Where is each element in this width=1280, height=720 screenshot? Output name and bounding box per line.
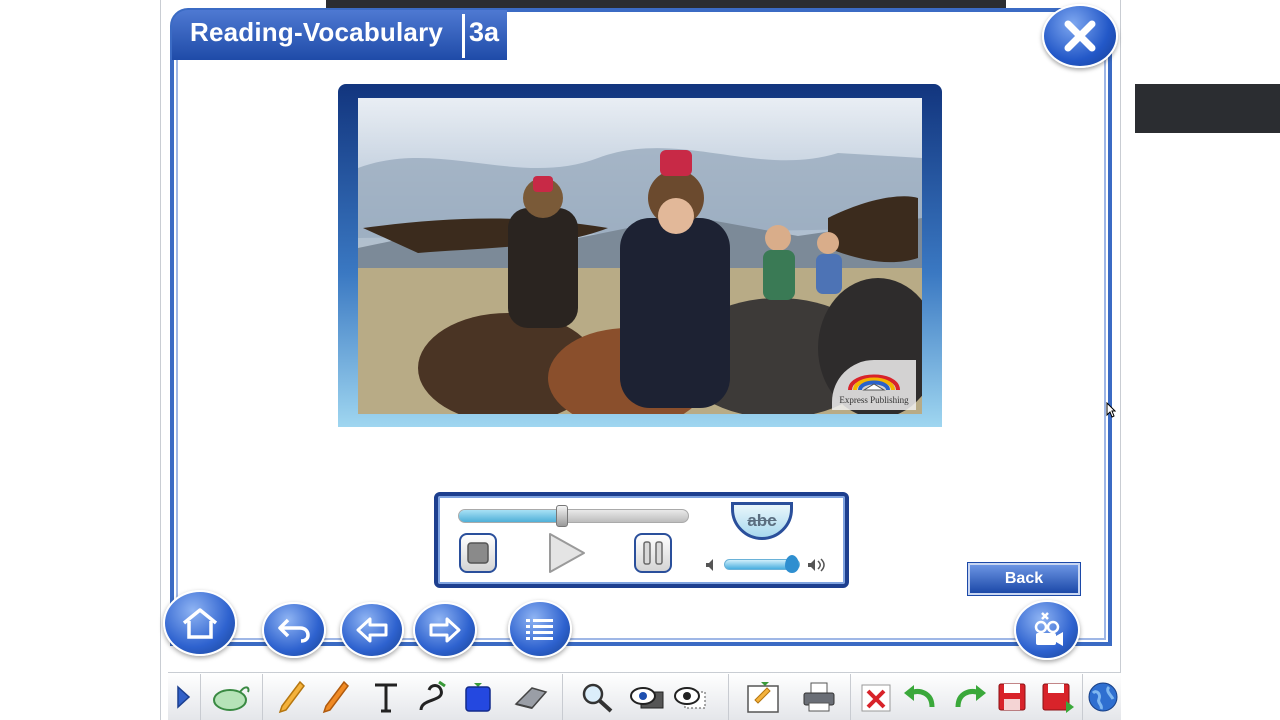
pen-tool[interactable]	[274, 676, 310, 718]
seek-bar-progress	[459, 510, 562, 522]
globe-icon	[1088, 682, 1118, 712]
next-button[interactable]	[413, 602, 477, 658]
menu-button[interactable]	[508, 600, 572, 658]
text-icon	[375, 683, 397, 713]
previous-button[interactable]	[340, 602, 404, 658]
redo-button[interactable]	[950, 676, 990, 718]
toolbar-divider	[262, 674, 263, 720]
volume-low-icon[interactable]	[704, 557, 720, 573]
toolbar-divider	[728, 674, 729, 720]
seek-bar-handle[interactable]	[556, 505, 568, 527]
text-tool[interactable]	[368, 676, 404, 718]
cursor-arrow-icon	[1106, 401, 1117, 418]
toolbar-expand-button[interactable]	[170, 676, 196, 718]
publisher-logo-icon	[848, 374, 900, 391]
volume-high-icon[interactable]	[806, 557, 828, 573]
exit-activity-button[interactable]	[1014, 600, 1080, 660]
notepad-icon	[747, 682, 779, 713]
mouse-cursor	[1106, 401, 1117, 423]
save-button[interactable]	[992, 676, 1032, 718]
floppy-disk-arrow-icon	[1042, 683, 1074, 713]
web-button[interactable]	[1086, 676, 1120, 718]
eye-icon	[630, 687, 664, 709]
square-icon	[465, 683, 491, 712]
play-button[interactable]	[546, 532, 588, 574]
unit-label: 3a	[469, 17, 500, 47]
shape-tool[interactable]	[460, 676, 496, 718]
undo-arrow-icon	[904, 685, 935, 708]
home-button[interactable]	[163, 590, 237, 656]
eraser-icon	[514, 687, 548, 709]
toolbar-divider	[850, 674, 851, 720]
zoom-tool[interactable]	[576, 676, 618, 718]
clear-button[interactable]	[856, 676, 896, 718]
floppy-disk-icon	[998, 683, 1026, 711]
play-icon	[549, 533, 585, 573]
magnifier-icon	[582, 683, 613, 713]
home-icon	[182, 608, 218, 639]
undo-nav-button[interactable]	[262, 602, 326, 658]
close-icon	[1064, 20, 1096, 52]
highlighter-icon	[322, 680, 349, 714]
arrow-left-icon	[356, 617, 388, 643]
subtitles-label: abc	[747, 511, 777, 530]
mouse-icon	[213, 686, 250, 711]
return-arrow-icon	[278, 618, 310, 643]
undo-button[interactable]	[900, 676, 940, 718]
print-button[interactable]	[798, 676, 840, 718]
pencil-icon	[278, 680, 305, 714]
side-overlay-bar	[1135, 84, 1280, 133]
back-button[interactable]: Back	[968, 563, 1080, 595]
toolbar-divider	[1082, 674, 1083, 720]
pause-icon	[643, 541, 663, 565]
hide-tool[interactable]	[668, 676, 710, 718]
redo-arrow-icon	[955, 685, 986, 708]
triangle-right-icon	[177, 685, 191, 709]
notes-tool[interactable]	[742, 676, 784, 718]
list-icon	[526, 619, 553, 640]
publisher-name: Express Publishing	[839, 395, 909, 405]
printer-icon	[803, 682, 835, 712]
toolbar-divider	[562, 674, 563, 720]
eraser-tool[interactable]	[510, 676, 552, 718]
delete-x-icon	[861, 684, 891, 712]
reveal-tool[interactable]	[626, 676, 668, 718]
save-as-button[interactable]	[1038, 676, 1078, 718]
title-separator	[462, 14, 465, 58]
stop-icon	[467, 542, 489, 564]
highlighter-tool[interactable]	[318, 676, 354, 718]
film-camera-icon	[1034, 612, 1063, 646]
page-title: Reading-Vocabulary	[190, 17, 444, 47]
freehand-tool[interactable]	[414, 676, 452, 718]
volume-slider-handle[interactable]	[785, 555, 799, 573]
eye-hidden-icon	[674, 687, 706, 709]
arrow-right-icon	[429, 617, 461, 643]
pause-button[interactable]	[634, 533, 672, 573]
toolbar-divider	[200, 674, 201, 720]
stop-button[interactable]	[459, 533, 497, 573]
mouse-tool[interactable]	[206, 676, 256, 718]
close-button[interactable]	[1042, 4, 1118, 68]
curve-icon	[419, 680, 446, 711]
